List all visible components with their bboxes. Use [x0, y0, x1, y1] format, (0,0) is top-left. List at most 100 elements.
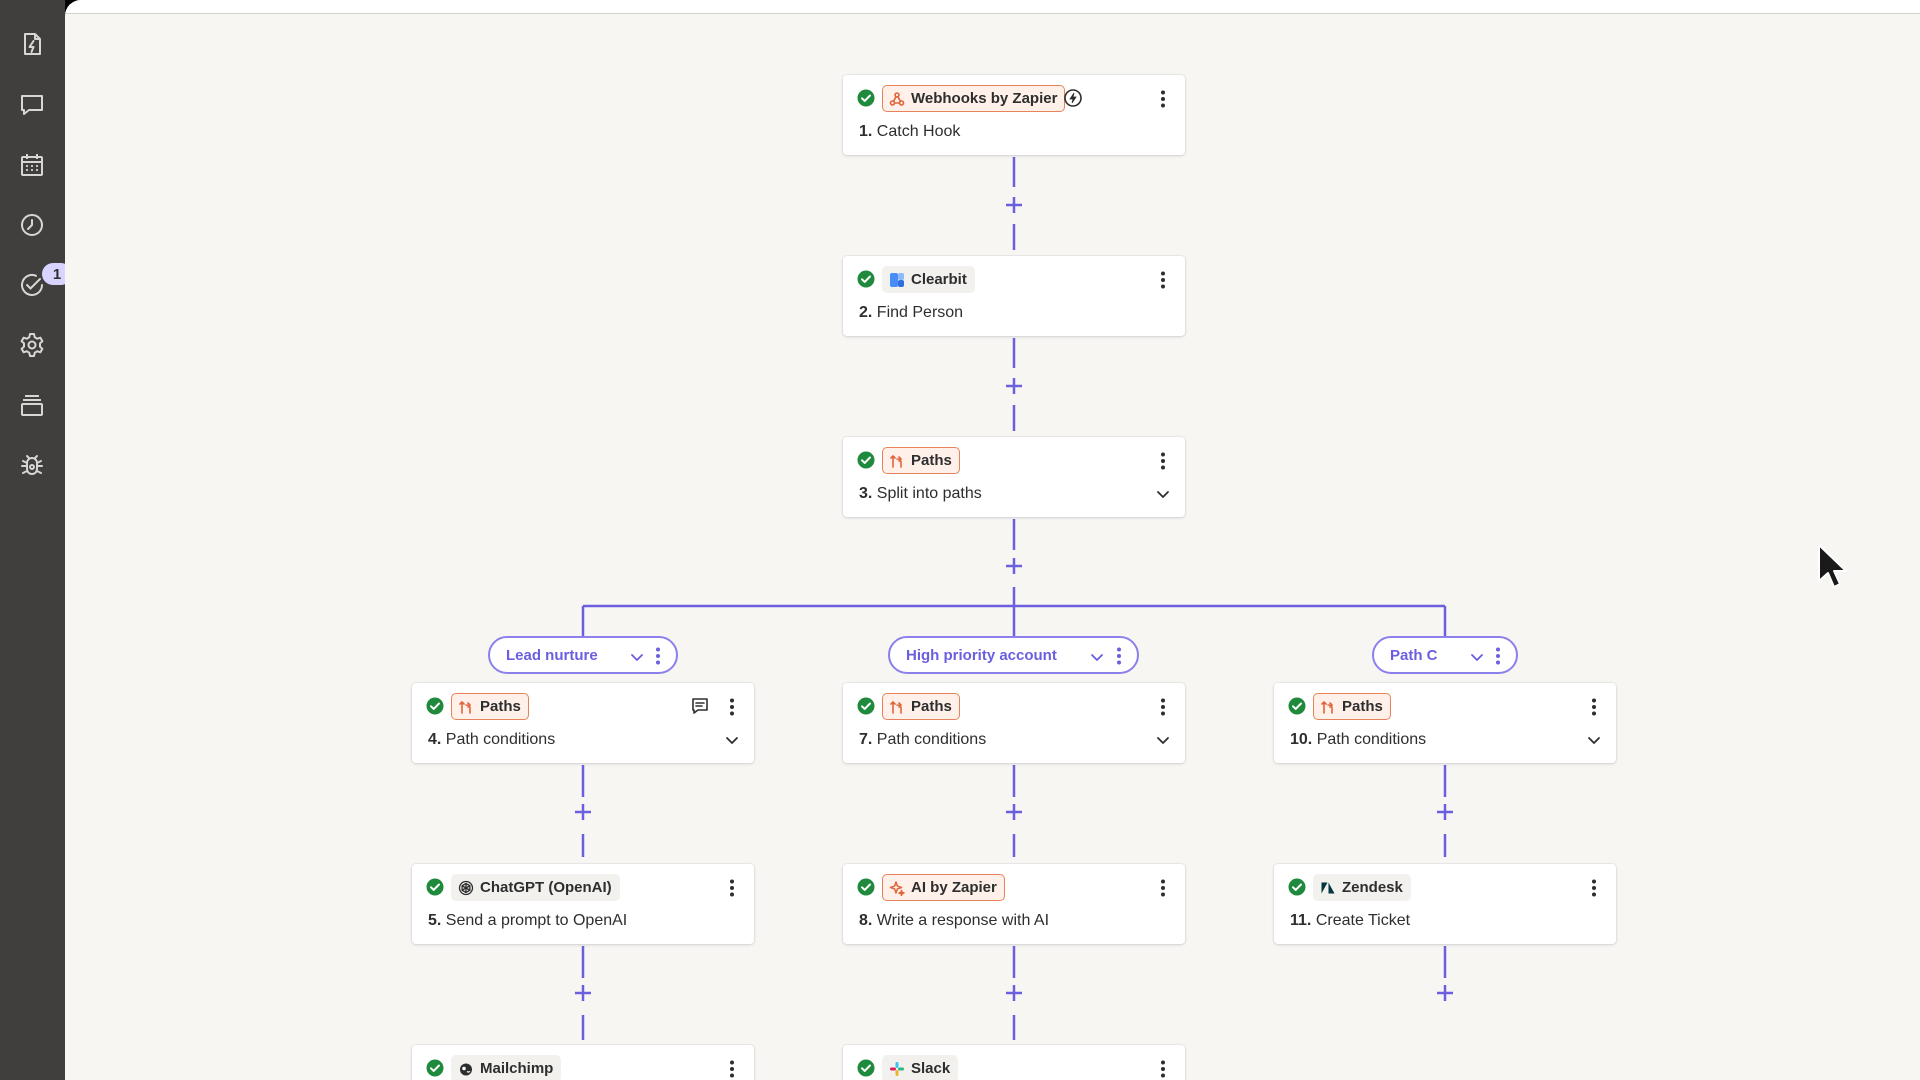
chevron-down-icon[interactable] [1155, 486, 1171, 502]
sidebar-item-status[interactable]: 1 [16, 263, 72, 301]
sidebar-item-history[interactable] [16, 209, 48, 241]
sidebar-item-calendar[interactable] [16, 149, 48, 181]
kebab-icon[interactable] [1116, 647, 1122, 665]
chevron-down-icon[interactable] [1586, 732, 1602, 748]
step-menu-button[interactable] [724, 874, 740, 902]
sidebar: 1 [0, 0, 72, 1080]
app-chip[interactable]: AI by Zapier [882, 874, 1005, 901]
layers-icon [21, 395, 43, 416]
add-step-button[interactable] [1003, 801, 1025, 823]
paths-icon [890, 700, 902, 714]
app-name: Webhooks by Zapier [911, 90, 1058, 107]
add-step-button[interactable] [1003, 555, 1025, 577]
app-name: AI by Zapier [911, 879, 997, 896]
kebab-icon[interactable] [655, 647, 661, 665]
app-chip[interactable]: ChatGPT (OpenAI) [451, 874, 620, 901]
step-menu-button[interactable] [1586, 874, 1602, 902]
app-chip[interactable]: Paths [1313, 693, 1391, 720]
step-card-2[interactable]: Clearbit 2. Find Person [843, 256, 1185, 336]
step-title: 4. Path conditions [428, 731, 555, 749]
app-chip[interactable]: Mailchimp [451, 1055, 562, 1080]
step-card-4[interactable]: Paths 4. Path conditions [412, 683, 754, 763]
path-label-text: Path C [1390, 646, 1438, 664]
step-number: 3. [859, 485, 873, 502]
app-window: 1 Webhooks by Zapier 1. Catch Hook Clear… [0, 0, 1920, 1080]
add-step-button[interactable] [572, 801, 594, 823]
step-menu-button[interactable] [1155, 1055, 1171, 1080]
step-title-text: Write a response with AI [876, 912, 1050, 929]
step-card-10[interactable]: Paths 10. Path conditions [1274, 683, 1616, 763]
add-step-button[interactable] [1003, 982, 1025, 1004]
app-name: Paths [1342, 698, 1383, 715]
step-title-text: Split into paths [876, 485, 982, 502]
step-title: 3. Split into paths [859, 485, 982, 503]
add-step-button[interactable] [572, 982, 594, 1004]
app-chip[interactable]: Zendesk [1313, 874, 1411, 901]
step-card-8[interactable]: AI by Zapier 8. Write a response with AI [843, 864, 1185, 944]
kebab-icon [1161, 452, 1165, 470]
kebab-icon[interactable] [1495, 647, 1501, 665]
app-name: Clearbit [911, 271, 967, 288]
chevron-down-icon[interactable] [1155, 732, 1171, 748]
step-title: 10. Path conditions [1290, 731, 1426, 749]
path-label-lead-nurture[interactable]: Lead nurture [488, 636, 678, 674]
step-title-text: Path conditions [1316, 731, 1427, 748]
step-number: 1. [859, 123, 873, 140]
sidebar-item-debug[interactable] [16, 450, 48, 482]
step-title-text: Find Person [876, 304, 964, 321]
app-name: Mailchimp [480, 1060, 554, 1077]
step-card-6[interactable]: Mailchimp [412, 1045, 754, 1080]
check-circle-icon [857, 697, 875, 715]
add-step-button[interactable] [1434, 982, 1456, 1004]
app-chip[interactable]: Paths [882, 693, 960, 720]
step-menu-button[interactable] [1155, 266, 1171, 294]
step-card-11[interactable]: Zendesk 11. Create Ticket [1274, 864, 1616, 944]
app-name: Slack [911, 1060, 951, 1077]
sidebar-item-comments[interactable] [16, 89, 48, 121]
chevron-down-icon[interactable] [724, 732, 740, 748]
zap-editor-canvas[interactable]: Webhooks by Zapier 1. Catch Hook Clearbi… [65, 0, 1920, 1080]
kebab-icon [1161, 698, 1165, 716]
check-circle-icon [426, 878, 444, 896]
add-step-button[interactable] [1003, 375, 1025, 397]
chevron-down-icon[interactable] [1090, 650, 1104, 664]
trigger-bolt-icon [1064, 89, 1082, 107]
sidebar-item-zaps[interactable] [16, 28, 48, 60]
step-menu-button[interactable] [1155, 85, 1171, 113]
step-card-9[interactable]: Slack [843, 1045, 1185, 1080]
step-card-1[interactable]: Webhooks by Zapier 1. Catch Hook [843, 75, 1185, 155]
app-chip[interactable]: Paths [882, 447, 960, 474]
add-step-button[interactable] [1003, 194, 1025, 216]
chevron-down-icon[interactable] [1470, 650, 1484, 664]
step-card-3[interactable]: Paths 3. Split into paths [843, 437, 1185, 517]
app-name: ChatGPT (OpenAI) [480, 879, 612, 896]
sidebar-item-settings[interactable] [16, 329, 48, 361]
step-menu-button[interactable] [1586, 693, 1602, 721]
webhook-icon [889, 91, 905, 106]
app-name: Zendesk [1342, 879, 1403, 896]
check-circle-icon [1288, 878, 1306, 896]
step-card-7[interactable]: Paths 7. Path conditions [843, 683, 1185, 763]
step-menu-button[interactable] [724, 693, 740, 721]
check-circle-icon [426, 697, 444, 715]
step-menu-button[interactable] [1155, 447, 1171, 475]
app-chip[interactable]: Clearbit [882, 266, 975, 293]
app-chip[interactable]: Paths [451, 693, 529, 720]
app-chip[interactable]: Slack [882, 1055, 959, 1080]
note-icon[interactable] [690, 696, 710, 716]
path-label-path-c[interactable]: Path C [1372, 636, 1518, 674]
step-card-5[interactable]: ChatGPT (OpenAI) 5. Send a prompt to Ope… [412, 864, 754, 944]
kebab-icon [730, 698, 734, 716]
step-menu-button[interactable] [1155, 874, 1171, 902]
path-label-high-priority-account[interactable]: High priority account [888, 636, 1139, 674]
chevron-down-icon[interactable] [630, 650, 644, 664]
step-title-text: Create Ticket [1315, 912, 1411, 929]
clearbit-icon [890, 272, 904, 287]
add-step-button[interactable] [1434, 801, 1456, 823]
app-chip[interactable]: Webhooks by Zapier [882, 85, 1066, 112]
step-menu-button[interactable] [1155, 693, 1171, 721]
sidebar-item-versions[interactable] [16, 389, 48, 421]
check-circle-icon [857, 451, 875, 469]
check-circle-icon [857, 878, 875, 896]
step-menu-button[interactable] [724, 1055, 740, 1080]
